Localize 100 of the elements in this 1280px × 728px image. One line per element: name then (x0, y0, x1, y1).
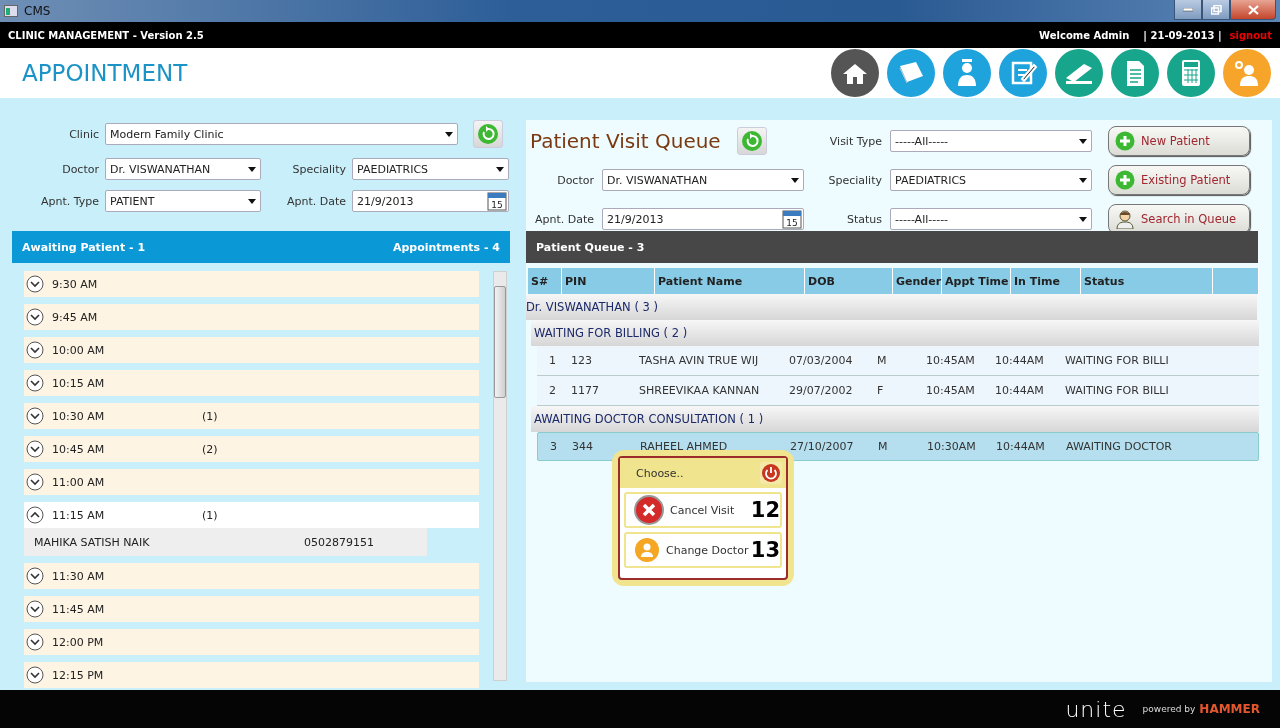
table-cell-text: 1 (549, 354, 557, 367)
table-cell-text: 29/07/2002 (789, 384, 854, 397)
refresh-button[interactable] (736, 127, 767, 155)
field-label: Doctor (556, 173, 595, 187)
date-field[interactable]: 21/9/2013 (607, 212, 664, 226)
field-label: Speciality (827, 173, 883, 187)
group-header[interactable]: Dr. VISWANATHAN ( 3 ) (526, 294, 1257, 320)
table-cell-text: M (877, 354, 888, 367)
table-cell-text: 07/03/2004 (789, 354, 854, 367)
close-icon (1247, 4, 1259, 15)
time-slot-row[interactable]: 11:45 AM (24, 596, 479, 622)
new-patient-button[interactable]: New Patient (1108, 126, 1250, 156)
edit-icon[interactable] (998, 48, 1048, 98)
logo-text: unite (1065, 696, 1127, 722)
group-header[interactable]: WAITING FOR BILLING ( 2 ) (531, 320, 1259, 346)
table-cell-text: 3 (550, 440, 558, 453)
app-title: CLINIC MANAGEMENT - Version 2.5 (8, 29, 205, 41)
dropdown-field[interactable]: -----All----- (890, 208, 1092, 230)
chevron-icon (26, 506, 44, 524)
group-header[interactable]: AWAITING DOCTOR CONSULTATION ( 1 ) (531, 406, 1259, 432)
time-slot-row[interactable]: 11:00 AM (24, 469, 479, 495)
popup-title: Choose.. (636, 466, 684, 480)
table-cell-text: 2 (549, 384, 557, 397)
table-row[interactable]: 3 344 RAHEEL AHMED 27/10/2007 M 10:30AM 10:44AM AWAITING DOCTOR (537, 432, 1259, 461)
time-slot-row[interactable]: 10:00 AM (24, 337, 479, 363)
dropdown-field[interactable]: PAEDIATRICS (890, 169, 1092, 191)
table-cell-text: TASHA AVIN TRUE WIJ (639, 354, 760, 367)
time-slot-row[interactable]: 10:45 AM (2) (24, 436, 479, 462)
table-cell-text: WAITING FOR BILLI (1065, 384, 1170, 397)
time-slot-row[interactable]: 11:15 AM (1) (24, 502, 479, 528)
calendar-icon[interactable]: 15 (782, 209, 802, 229)
restore-button[interactable] (1202, 0, 1230, 20)
table-cell-text: 10:44AM (995, 384, 1045, 397)
restore-icon (1210, 4, 1222, 15)
field-label: Doctor (61, 162, 100, 176)
home-icon[interactable] (830, 48, 880, 98)
dropdown-field[interactable]: Dr. VISWANATHAN (602, 169, 804, 191)
scanner-icon[interactable] (1054, 48, 1104, 98)
close-button[interactable] (1230, 0, 1276, 20)
table-cell-text: 123 (571, 354, 593, 367)
time-slot-row[interactable]: 9:45 AM (24, 304, 479, 330)
chevron-icon (26, 407, 44, 425)
powered-by-text: powered by (1142, 704, 1196, 714)
scrollbar[interactable] (493, 271, 507, 681)
calendar-icon[interactable]: 15 (487, 191, 507, 211)
table-cell-text: M (878, 440, 889, 453)
patient-name: MAHIKA SATISH NAIK (34, 535, 151, 549)
dropdown-caret-icon (1079, 216, 1087, 222)
table-row[interactable]: 2 1177 SHREEVIKAA KANNAN 29/07/2002 F 10:45AM 10:44AM WAITING FOR BILLI (537, 376, 1259, 406)
dropdown-caret-icon (248, 166, 256, 172)
chevron-icon (26, 633, 44, 651)
admin-icon[interactable] (1222, 48, 1272, 98)
dropdown-caret-icon (1079, 138, 1087, 144)
table-cell-text: 10:30AM (927, 440, 977, 453)
table-row[interactable]: 1 123 TASHA AVIN TRUE WIJ 07/03/2004 M 10:45AM 10:44AM WAITING FOR BILLI (537, 346, 1259, 376)
dropdown-caret-icon (248, 198, 256, 204)
dropdown-caret-icon (1079, 177, 1087, 183)
power-icon[interactable] (760, 462, 782, 484)
time-slot-row[interactable]: 12:00 PM (24, 629, 479, 655)
app-icon (4, 5, 18, 17)
chevron-icon (26, 308, 44, 326)
date-field[interactable]: 21/9/2013 (357, 194, 414, 208)
calculator-icon[interactable] (1166, 48, 1216, 98)
cancel-visit-button[interactable]: Cancel Visit 12 (624, 492, 782, 528)
document-icon[interactable] (1110, 48, 1160, 98)
table-cell-text: RAHEEL AHMED (640, 440, 729, 453)
papers-icon[interactable] (886, 48, 936, 98)
field-label: Visit Type (828, 134, 883, 148)
search-queue-button[interactable]: Search in Queue (1108, 204, 1250, 234)
table-cell-text: WAITING FOR BILLI (1065, 354, 1170, 367)
table-cell-text: 1177 (571, 384, 600, 397)
time-slot-row[interactable]: 10:15 AM (24, 370, 479, 396)
chevron-icon (26, 666, 44, 684)
dropdown-caret-icon (445, 131, 453, 137)
table-cell-text: F (877, 384, 885, 397)
chevron-icon (26, 275, 44, 293)
refresh-button[interactable] (473, 120, 503, 148)
time-slot-row[interactable]: 12:15 PM (24, 662, 479, 688)
minimize-button[interactable] (1174, 0, 1202, 20)
dropdown-field[interactable]: PATIENT (105, 190, 261, 212)
time-slot-row[interactable]: 10:30 AM (1) (24, 403, 479, 429)
time-slot-row[interactable]: 9:30 AM (24, 271, 479, 297)
dropdown-field[interactable]: -----All----- (890, 130, 1092, 152)
appointments-count: Appointments - 4 (392, 240, 500, 254)
patient-row[interactable]: MAHIKA SATISH NAIK 0502879151 (24, 528, 427, 556)
dropdown-field[interactable]: PAEDIATRICS (352, 158, 509, 180)
awaiting-count: Awaiting Patient - 1 (22, 240, 146, 254)
signout-link[interactable]: signout (1229, 29, 1272, 41)
chevron-icon (26, 473, 44, 491)
queue-title: Patient Visit Queue (530, 129, 721, 153)
nurse-icon[interactable] (942, 48, 992, 98)
field-label: Apnt. Date (533, 212, 595, 226)
dropdown-field[interactable]: Modern Family Clinic (105, 123, 458, 145)
table-cell-text: 10:45AM (926, 354, 976, 367)
date-text: | 21-09-2013 | (1143, 29, 1222, 41)
person-icon (634, 537, 660, 563)
chevron-icon (26, 440, 44, 458)
dropdown-field[interactable]: Dr. VISWANATHAN (105, 158, 261, 180)
time-slot-row[interactable]: 11:30 AM (24, 563, 479, 589)
existing-patient-button[interactable]: Existing Patient (1108, 165, 1250, 195)
